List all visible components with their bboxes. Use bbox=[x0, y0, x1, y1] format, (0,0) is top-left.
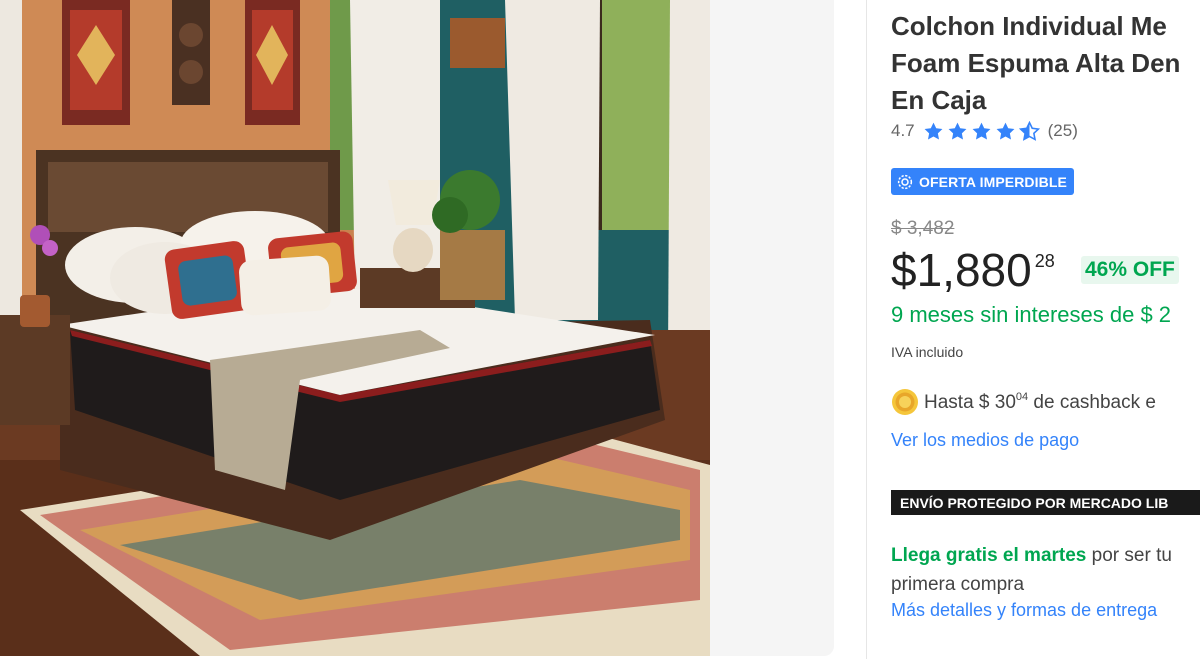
product-title-line-2: Foam Espuma Alta Den bbox=[891, 48, 1181, 78]
coin-icon bbox=[892, 389, 918, 415]
star-full-icon bbox=[948, 122, 967, 139]
rating-count: (25) bbox=[1047, 121, 1078, 140]
product-title-line-3: En Caja bbox=[891, 85, 987, 115]
bedroom-mattress-photo bbox=[0, 0, 710, 656]
rating-value: 4.7 bbox=[891, 121, 915, 140]
gear-badge-icon bbox=[897, 174, 913, 189]
delivery-highlight: Llega gratis el martes bbox=[891, 545, 1087, 566]
payment-methods-link[interactable]: Ver los medios de pago bbox=[891, 430, 1079, 451]
product-title-line-1: Colchon Individual Me bbox=[891, 11, 1167, 41]
price-amount: $1,880 bbox=[891, 244, 1032, 296]
rating-stars bbox=[923, 120, 1040, 142]
column-divider bbox=[866, 0, 867, 659]
delivery-details-link[interactable]: Más detalles y formas de entrega bbox=[891, 600, 1157, 621]
installments-text: 9 meses sin intereses de $ 2 bbox=[891, 302, 1172, 327]
cashback-prefix: Hasta $ 30 bbox=[924, 391, 1016, 413]
product-info-panel: Colchon Individual Me Foam Espuma Alta D… bbox=[891, 0, 1200, 659]
original-price: $ 3,482 bbox=[891, 218, 955, 239]
delivery-info: Llega gratis el martes por ser tu primer… bbox=[891, 541, 1200, 599]
price-cents: 28 bbox=[1034, 251, 1055, 271]
offer-badge: OFERTA IMPERDIBLE bbox=[891, 168, 1074, 195]
star-half-icon bbox=[1018, 120, 1040, 141]
cashback-info: Hasta $ 3004 de cashback e bbox=[891, 388, 1156, 416]
product-gallery bbox=[0, 0, 834, 659]
star-full-icon bbox=[972, 122, 991, 139]
cashback-text: Hasta $ 3004 de cashback e bbox=[924, 391, 1156, 414]
product-main-image[interactable] bbox=[0, 0, 710, 656]
current-price: $1,880 28 bbox=[891, 243, 1055, 297]
star-full-icon bbox=[924, 122, 943, 139]
cashback-suffix: de cashback e bbox=[1028, 391, 1156, 413]
gallery-side-panel bbox=[710, 0, 834, 656]
protected-shipping-banner: ENVÍO PROTEGIDO POR MERCADO LIB bbox=[891, 490, 1200, 515]
delivery-reason: por ser tu bbox=[1086, 545, 1172, 566]
rating-summary[interactable]: 4.7 (25) bbox=[891, 120, 1078, 142]
star-full-icon bbox=[996, 122, 1015, 139]
product-title: Colchon Individual Me Foam Espuma Alta D… bbox=[891, 8, 1200, 119]
tax-note: IVA incluido bbox=[891, 344, 964, 360]
discount-badge: 46% OFF bbox=[1081, 256, 1179, 284]
offer-badge-label: OFERTA IMPERDIBLE bbox=[919, 173, 1067, 190]
cashback-cents: 04 bbox=[1015, 390, 1029, 403]
delivery-reason-line-2: primera compra bbox=[891, 574, 1025, 595]
